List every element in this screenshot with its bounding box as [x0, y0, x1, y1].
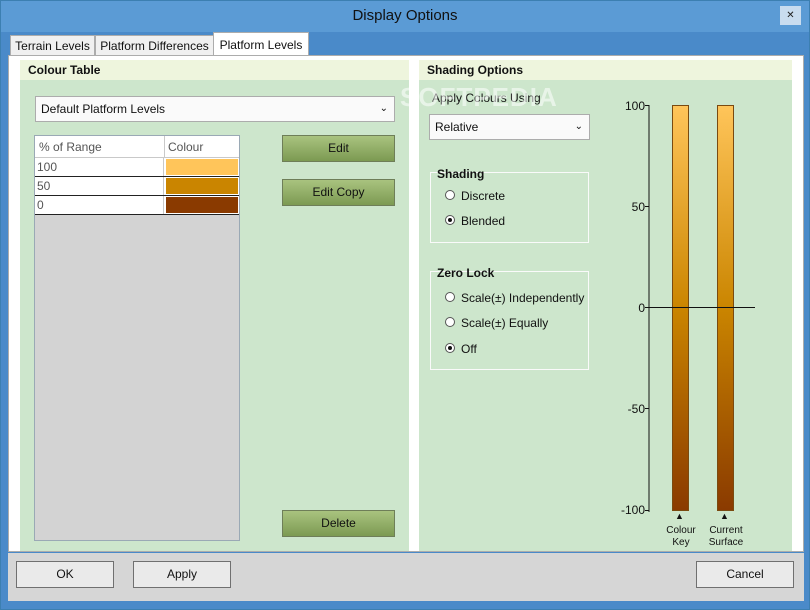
- delete-button[interactable]: Delete: [282, 510, 395, 537]
- current-surface-label: Current Surface: [708, 525, 744, 548]
- window-title: Display Options: [352, 7, 458, 24]
- cell-range[interactable]: 0: [35, 196, 164, 214]
- watermark: SOFTPEDIA: [400, 82, 558, 112]
- table-row[interactable]: 50: [35, 177, 239, 196]
- dialog-window: Display Options ✕ Terrain Levels Platfor…: [0, 0, 810, 610]
- colour-table-header: Colour Table: [20, 60, 409, 80]
- apply-button[interactable]: Apply: [133, 561, 231, 588]
- tab-platform-levels[interactable]: Platform Levels: [213, 32, 309, 56]
- shading-options-panel: Shading Options Apply Colours Using Rela…: [419, 60, 792, 551]
- colour-table-panel: Colour Table Default Platform Levels ⌄ %…: [20, 60, 409, 551]
- close-button[interactable]: ✕: [780, 6, 801, 25]
- current-surface-marker-icon: ▲: [720, 511, 729, 521]
- colour-key-marker-icon: ▲: [675, 511, 684, 521]
- colour-table-select[interactable]: Default Platform Levels ⌄: [35, 96, 395, 122]
- cell-range[interactable]: 100: [35, 158, 164, 176]
- chevron-down-icon: ⌄: [379, 103, 388, 114]
- colour-scale: [645, 105, 755, 512]
- tab-platform-differences[interactable]: Platform Differences: [95, 35, 214, 55]
- colour-swatch[interactable]: [166, 178, 238, 194]
- tab-terrain-levels[interactable]: Terrain Levels: [10, 35, 95, 55]
- colour-table-select-value: Default Platform Levels: [41, 102, 166, 116]
- edit-copy-button[interactable]: Edit Copy: [282, 179, 395, 206]
- table-row[interactable]: 100: [35, 158, 239, 177]
- button-bar: OK Apply Cancel: [8, 553, 804, 601]
- grid-header: % of Range Colour: [35, 136, 239, 158]
- tab-content: Colour Table Default Platform Levels ⌄ %…: [8, 55, 804, 552]
- table-row[interactable]: 0: [35, 196, 239, 215]
- close-icon: ✕: [786, 10, 795, 21]
- column-header-range[interactable]: % of Range: [39, 136, 102, 158]
- colour-grid[interactable]: % of Range Colour 100 50 0: [34, 135, 240, 541]
- cell-range[interactable]: 50: [35, 177, 164, 195]
- ok-button[interactable]: OK: [16, 561, 114, 588]
- tab-strip: Terrain Levels Platform Differences Plat…: [8, 32, 804, 56]
- colour-swatch[interactable]: [166, 159, 238, 175]
- title-bar[interactable]: Display Options ✕: [1, 1, 809, 32]
- edit-button[interactable]: Edit: [282, 135, 395, 162]
- colour-swatch[interactable]: [166, 197, 238, 213]
- cancel-button[interactable]: Cancel: [696, 561, 794, 588]
- column-header-colour[interactable]: Colour: [168, 136, 203, 158]
